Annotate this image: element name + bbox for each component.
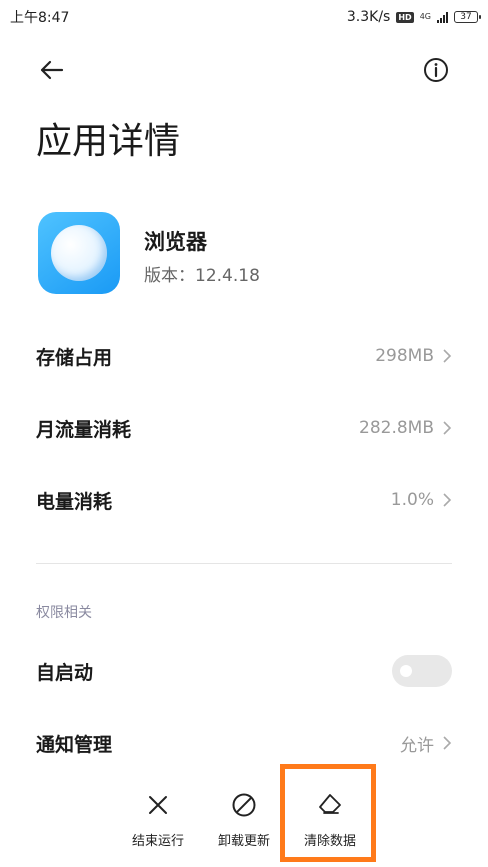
chevron-right-icon: [443, 736, 452, 750]
status-bar: 上午8:47 3.3K/s HD 4G 37: [0, 0, 488, 34]
toggle-knob: [400, 665, 412, 677]
notifications-value-group: 允许: [400, 731, 452, 756]
close-x-icon: [149, 796, 167, 814]
uninstall-updates-button[interactable]: 卸载更新: [204, 790, 284, 856]
notifications-value: 允许: [400, 735, 434, 756]
data-usage-value-group: 282.8MB: [359, 418, 452, 438]
network-type-label: 4G: [419, 12, 431, 21]
app-version: 版本：12.4.18: [144, 266, 260, 286]
status-time: 上午8:47: [10, 10, 70, 26]
clear-data-highlight-box: [280, 764, 376, 862]
browser-orb-icon: [51, 225, 107, 281]
back-arrow-icon: [40, 60, 64, 80]
bottom-action-bar: 结束运行 卸载更新 清除数据: [0, 780, 488, 867]
page-title: 应用详情: [36, 121, 181, 162]
uninstall-updates-label: 卸载更新: [217, 834, 270, 849]
browser-app-icon: [38, 212, 120, 294]
force-stop-label: 结束运行: [131, 834, 184, 849]
autostart-row: 自启动: [36, 646, 452, 696]
data-usage-label: 月流量消耗: [36, 418, 132, 441]
status-indicators: 3.3K/s HD 4G 37: [346, 9, 481, 25]
prohibited-icon: [232, 793, 256, 817]
permissions-section-label: 权限相关: [36, 605, 92, 621]
hd-icon: HD: [396, 11, 414, 23]
autostart-label: 自启动: [36, 661, 94, 684]
header: [0, 44, 488, 94]
battery-usage-value: 1.0%: [390, 490, 434, 510]
autostart-toggle[interactable]: [392, 655, 452, 687]
data-usage-row[interactable]: 月流量消耗 282.8MB: [36, 403, 452, 453]
chevron-right-icon: [443, 349, 452, 363]
app-name: 浏览器: [144, 230, 207, 254]
info-icon: [424, 58, 448, 82]
storage-value: 298MB: [375, 346, 434, 366]
section-divider: [36, 563, 452, 564]
force-stop-button[interactable]: 结束运行: [118, 790, 198, 856]
info-button[interactable]: [418, 52, 454, 88]
chevron-right-icon: [443, 493, 452, 507]
notifications-label: 通知管理: [36, 733, 113, 756]
notifications-row[interactable]: 通知管理 允许: [36, 718, 452, 768]
storage-value-group: 298MB: [375, 346, 452, 366]
battery-usage-value-group: 1.0%: [391, 490, 452, 510]
network-speed: 3.3K/s: [346, 9, 391, 25]
chevron-right-icon: [443, 421, 452, 435]
storage-row[interactable]: 存储占用 298MB: [36, 331, 452, 381]
battery-usage-row[interactable]: 电量消耗 1.0%: [36, 475, 452, 525]
back-button[interactable]: [34, 52, 70, 88]
battery-usage-label: 电量消耗: [36, 490, 113, 513]
storage-label: 存储占用: [36, 346, 113, 369]
data-usage-value: 282.8MB: [359, 418, 434, 438]
battery-icon: 37: [454, 11, 481, 23]
network-type-icon: 4G: [420, 13, 431, 21]
signal-icon: [437, 11, 448, 23]
battery-level: 37: [460, 12, 472, 22]
